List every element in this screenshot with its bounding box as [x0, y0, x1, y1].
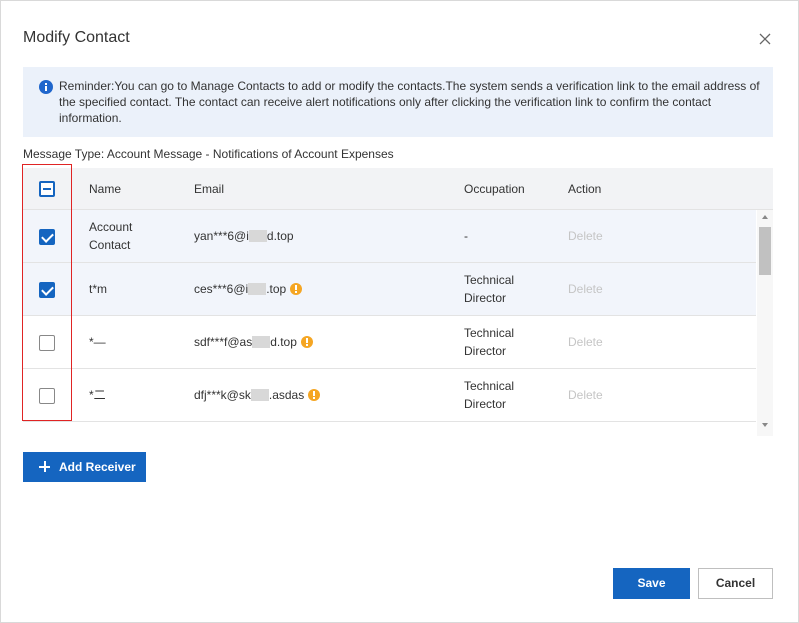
occupation-line: Technical: [464, 379, 515, 393]
table-row[interactable]: t*m ces***6@i .top Technical Director Delete: [23, 263, 756, 316]
scroll-down-arrow-icon[interactable]: [762, 423, 768, 427]
email-suffix: .top: [266, 282, 287, 296]
contact-name: Account Contact: [89, 218, 132, 254]
email-redaction-mask: [248, 283, 267, 295]
reminder-text: Reminder:You can go to Manage Contacts t…: [59, 79, 760, 125]
email-suffix: d.top: [270, 335, 297, 349]
contact-name-line: Contact: [89, 238, 131, 252]
header-occupation: Occupation: [464, 182, 525, 196]
occupation-line: Director: [464, 344, 507, 358]
header-name: Name: [89, 182, 122, 196]
email-prefix: ces***6@i: [194, 282, 249, 296]
delete-link[interactable]: Delete: [568, 333, 603, 351]
email-suffix: .asdas: [268, 388, 305, 402]
select-all-checkbox[interactable]: [39, 181, 55, 197]
plus-icon: [39, 461, 50, 472]
contact-email: yan***6@i d.top: [194, 227, 294, 245]
unverified-warning-icon[interactable]: [290, 283, 303, 295]
contact-name-line: t*m: [89, 282, 107, 296]
contact-name-line: *—: [89, 335, 106, 349]
delete-link[interactable]: Delete: [568, 280, 603, 298]
dialog-title: Modify Contact: [23, 29, 130, 46]
info-icon: [39, 80, 53, 94]
row-checkbox[interactable]: [39, 282, 55, 298]
occupation-line: -: [464, 229, 468, 243]
table-row[interactable]: Account Contact yan***6@i d.top - Delete: [23, 210, 756, 263]
email-prefix: dfj***k@sk: [194, 388, 251, 402]
add-receiver-button[interactable]: Add Receiver: [23, 452, 146, 482]
message-type-label: Message Type: Account Message - Notifica…: [23, 147, 394, 161]
scroll-up-arrow-icon[interactable]: [762, 215, 768, 219]
close-icon[interactable]: [755, 29, 775, 49]
row-checkbox[interactable]: [39, 335, 55, 351]
contact-email: ces***6@i .top: [194, 280, 303, 298]
header-email: Email: [194, 182, 225, 196]
delete-link[interactable]: Delete: [568, 386, 603, 404]
reminder-banner: Reminder:You can go to Manage Contacts t…: [23, 67, 773, 137]
table-header: Name Email Occupation Action: [23, 168, 773, 210]
contact-occupation: Technical Director: [464, 324, 514, 360]
table-scrollbar[interactable]: [757, 210, 773, 436]
cancel-button[interactable]: Cancel: [698, 568, 773, 599]
table-row[interactable]: *— sdf***f@as d.top Technical Director Delete: [23, 316, 756, 369]
unverified-warning-icon[interactable]: [308, 389, 321, 401]
contact-name: *二: [89, 386, 106, 404]
occupation-line: Director: [464, 291, 507, 305]
save-button[interactable]: Save: [613, 568, 690, 599]
contacts-table: Name Email Occupation Action Account Cont…: [23, 168, 773, 436]
modify-contact-dialog: Modify Contact Reminder:You can go to Ma…: [0, 0, 799, 623]
email-redaction-mask: [248, 230, 267, 242]
contact-name: *—: [89, 333, 106, 351]
email-prefix: yan***6@i: [194, 229, 249, 243]
row-checkbox[interactable]: [39, 229, 55, 245]
contact-occupation: Technical Director: [464, 377, 514, 413]
delete-link[interactable]: Delete: [568, 227, 603, 245]
contact-occupation: Technical Director: [464, 271, 514, 307]
email-prefix: sdf***f@as: [194, 335, 253, 349]
occupation-line: Technical: [464, 273, 515, 287]
contact-occupation: -: [464, 227, 468, 245]
scrollbar-thumb[interactable]: [759, 227, 771, 275]
email-suffix: d.top: [266, 229, 294, 243]
unverified-warning-icon[interactable]: [300, 336, 313, 348]
add-receiver-label: Add Receiver: [59, 460, 136, 474]
contact-name-line: *二: [89, 388, 106, 402]
header-action: Action: [568, 182, 602, 196]
row-checkbox[interactable]: [39, 388, 55, 404]
table-row[interactable]: *二 dfj***k@sk .asdas Technical Director Delet…: [23, 369, 756, 422]
email-redaction-mask: [250, 389, 269, 401]
contact-name: t*m: [89, 280, 107, 298]
occupation-line: Director: [464, 397, 507, 411]
contact-email: sdf***f@as d.top: [194, 333, 313, 351]
contact-name-line: Account: [89, 220, 133, 234]
contact-email: dfj***k@sk .asdas: [194, 386, 321, 404]
occupation-line: Technical: [464, 326, 515, 340]
email-redaction-mask: [252, 336, 271, 348]
